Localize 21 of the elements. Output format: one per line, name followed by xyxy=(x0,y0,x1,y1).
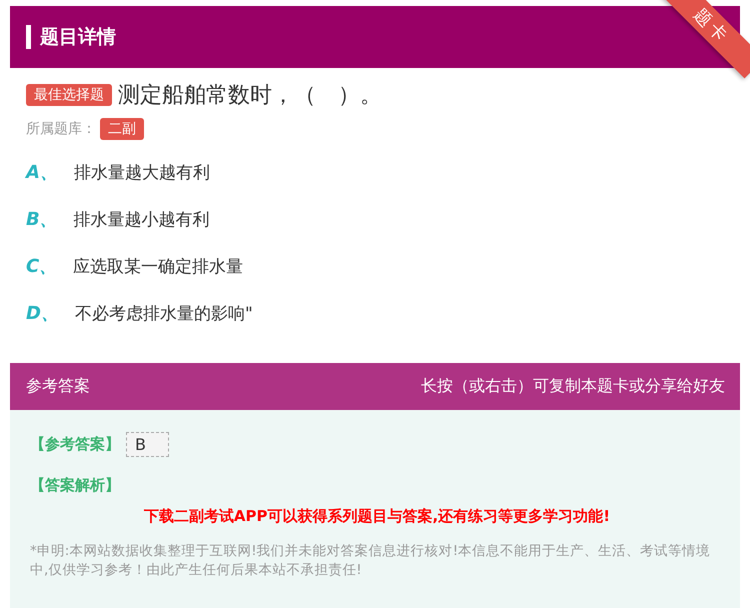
option-letter: A、 xyxy=(26,161,58,184)
option-letter: B、 xyxy=(26,208,58,231)
share-hint: 长按（或右击）可复制本题卡或分享给好友 xyxy=(421,376,725,397)
promo-text: 下载二副考试APP可以获得系列题目与答案,还有练习等更多学习功能! xyxy=(142,507,612,526)
answer-value: B xyxy=(126,432,169,457)
bank-label: 所属题库： xyxy=(26,120,96,138)
bank-badge: 二副 xyxy=(100,118,144,140)
section-title: 参考答案 xyxy=(26,376,90,397)
answer-label: 【参考答案】 xyxy=(30,435,120,454)
option-text: 排水量越小越有利 xyxy=(74,208,210,230)
question-text: 测定船舶常数时，（ ）。 xyxy=(118,82,382,110)
disclaimer-text: *申明:本网站数据收集整理于互联网!我们并未能对答案信息进行核对!本信息不能用于生产、生活、考试等情境中,仅供学习参考！由此产生任何后果本站不承担责任! xyxy=(30,542,712,580)
page-title: 题目详情 xyxy=(40,25,116,50)
option-letter: D、 xyxy=(26,302,59,325)
analysis-label: 【答案解析】 xyxy=(30,476,120,494)
accent-bar xyxy=(26,25,31,49)
option-letter: C、 xyxy=(26,255,58,278)
option-text: 排水量越大越有利 xyxy=(74,162,210,184)
option-text: 应选取某一确定排水量 xyxy=(73,256,244,278)
option-text: 不必考虑排水量的影响" xyxy=(74,302,253,324)
question-type-badge: 最佳选择题 xyxy=(26,84,112,106)
